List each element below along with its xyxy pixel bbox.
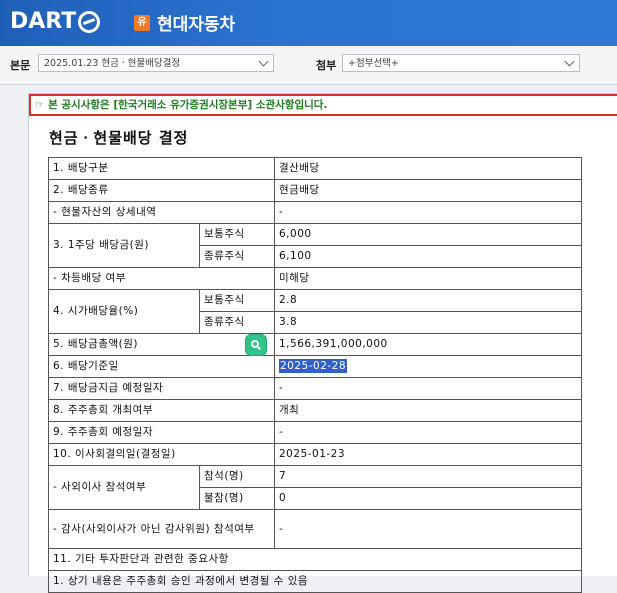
- chevron-down-icon: [564, 56, 575, 67]
- row-value: 3.8: [274, 311, 582, 334]
- table-row: 9. 주주총회 예정일자 -: [48, 421, 582, 444]
- logo-text: DART: [10, 9, 77, 34]
- row-label: 3. 1주당 배당금(원): [48, 223, 200, 268]
- table-row: 1. 배당구분 결산배당: [48, 157, 582, 180]
- row-sub-label: 보통주식: [199, 289, 275, 312]
- search-lens-icon[interactable]: [246, 335, 266, 355]
- document-title: 현금ㆍ현물배당 결정: [49, 129, 189, 147]
- table-row: - 현물자산의 상세내역 -: [48, 201, 582, 224]
- table-row: 4. 시가배당율(%) 보통주식 2.8: [48, 289, 582, 334]
- company-badge-icon: 유: [134, 14, 150, 31]
- company-name: 현대자동차: [157, 15, 236, 35]
- row-value: -: [274, 509, 582, 549]
- table-row: 11. 기타 투자판단과 관련한 중요사항: [48, 548, 582, 571]
- table-row: 8. 주주총회 개최여부 개최: [48, 399, 582, 422]
- main-doc-select-value: 2025.01.23 현금ㆍ현물배당결정: [44, 58, 181, 69]
- row-label: 9. 주주총회 예정일자: [48, 421, 275, 444]
- disclosure-table: 1. 배당구분 결산배당 2. 배당종류 현금배당 - 현물자산의 상세내역 -…: [48, 157, 582, 593]
- attachment-label: 첨부: [316, 59, 337, 72]
- row-label: - 사외이사 참석여부: [48, 465, 200, 510]
- row-label: 5. 배당금총액(원): [48, 333, 275, 356]
- app-header: DART 유 현대자동차: [0, 0, 617, 46]
- jurisdiction-notice: ☞ 본 공시사항은 [한국거래소 유가증권시장본부] 소관사항입니다.: [29, 94, 617, 116]
- row-label: 6. 배당기준일: [48, 355, 275, 378]
- row-value: 0: [274, 487, 582, 510]
- table-row: 1. 상기 내용은 주주총회 승인 과정에서 변경될 수 있음: [48, 570, 582, 593]
- globe-icon: [78, 11, 101, 33]
- row-sub-label: 불참(명): [199, 487, 275, 510]
- row-value: 현금배당: [274, 179, 582, 202]
- row-value: 7: [274, 465, 582, 488]
- table-row: 2. 배당종류 현금배당: [48, 179, 582, 202]
- row-sub-label: 종류주식: [199, 311, 275, 334]
- row-label: - 차등배당 여부: [48, 267, 275, 290]
- row-value: 6,100: [274, 245, 582, 268]
- row-value: 6,000: [274, 223, 582, 246]
- row-label: 11. 기타 투자판단과 관련한 중요사항: [48, 548, 582, 571]
- table-row: - 사외이사 참석여부 참석(명) 7: [48, 465, 582, 510]
- row-value: 2025-01-23: [274, 443, 582, 466]
- attachment-select[interactable]: +첨부선택+: [342, 54, 580, 72]
- row-sub-label: 보통주식: [199, 223, 275, 246]
- row-label: 4. 시가배당율(%): [48, 289, 200, 334]
- row-label: - 감사(사외이사가 아닌 감사위원) 참석여부: [48, 509, 275, 549]
- table-row: 7. 배당금지급 예정일자 -: [48, 377, 582, 400]
- row-value: -: [274, 377, 582, 400]
- table-row: 6. 배당기준일 2025-02-28: [48, 355, 582, 378]
- table-row: - 차등배당 여부 미해당: [48, 267, 582, 290]
- row-label: 7. 배당금지급 예정일자: [48, 377, 275, 400]
- company-title: 유 현대자동차: [134, 10, 235, 35]
- row-label: 8. 주주총회 개최여부: [48, 399, 275, 422]
- dart-logo[interactable]: DART: [10, 8, 101, 36]
- row-value: 2.8: [274, 289, 582, 312]
- main-doc-select[interactable]: 2025.01.23 현금ㆍ현물배당결정: [38, 54, 274, 72]
- row-label: 1. 배당구분: [48, 157, 275, 180]
- row-value: 결산배당: [274, 157, 582, 180]
- table-row: 5. 배당금총액(원) 1,566,391,000,000: [48, 333, 582, 356]
- row-value: 1,566,391,000,000: [274, 333, 582, 356]
- row-value[interactable]: 2025-02-28: [274, 355, 582, 378]
- document-viewer[interactable]: ☞ 본 공시사항은 [한국거래소 유가증권시장본부] 소관사항입니다. 현금ㆍ현…: [28, 93, 617, 593]
- row-sub-label: 종류주식: [199, 245, 275, 268]
- table-row: - 감사(사외이사가 아닌 감사위원) 참석여부 -: [48, 509, 582, 549]
- row-value: -: [274, 421, 582, 444]
- row-value: 미해당: [274, 267, 582, 290]
- selected-text[interactable]: 2025-02-28: [279, 359, 348, 373]
- chevron-down-icon: [258, 56, 269, 67]
- row-sub-label: 참석(명): [199, 465, 275, 488]
- row-label: 2. 배당종류: [48, 179, 275, 202]
- row-label: 1. 상기 내용은 주주총회 승인 과정에서 변경될 수 있음: [48, 570, 582, 593]
- document-toolbar: 본문 2025.01.23 현금ㆍ현물배당결정 첨부 +첨부선택+: [0, 46, 617, 85]
- row-label: - 현물자산의 상세내역: [48, 201, 275, 224]
- table-row: 3. 1주당 배당금(원) 보통주식 6,000: [48, 223, 582, 268]
- row-value: 개최: [274, 399, 582, 422]
- main-doc-label: 본문: [10, 59, 31, 72]
- row-label: 10. 이사회결의일(결정일): [48, 443, 275, 466]
- table-row: 10. 이사회결의일(결정일) 2025-01-23: [48, 443, 582, 466]
- attachment-select-value: +첨부선택+: [348, 58, 399, 69]
- row-value: -: [274, 201, 582, 224]
